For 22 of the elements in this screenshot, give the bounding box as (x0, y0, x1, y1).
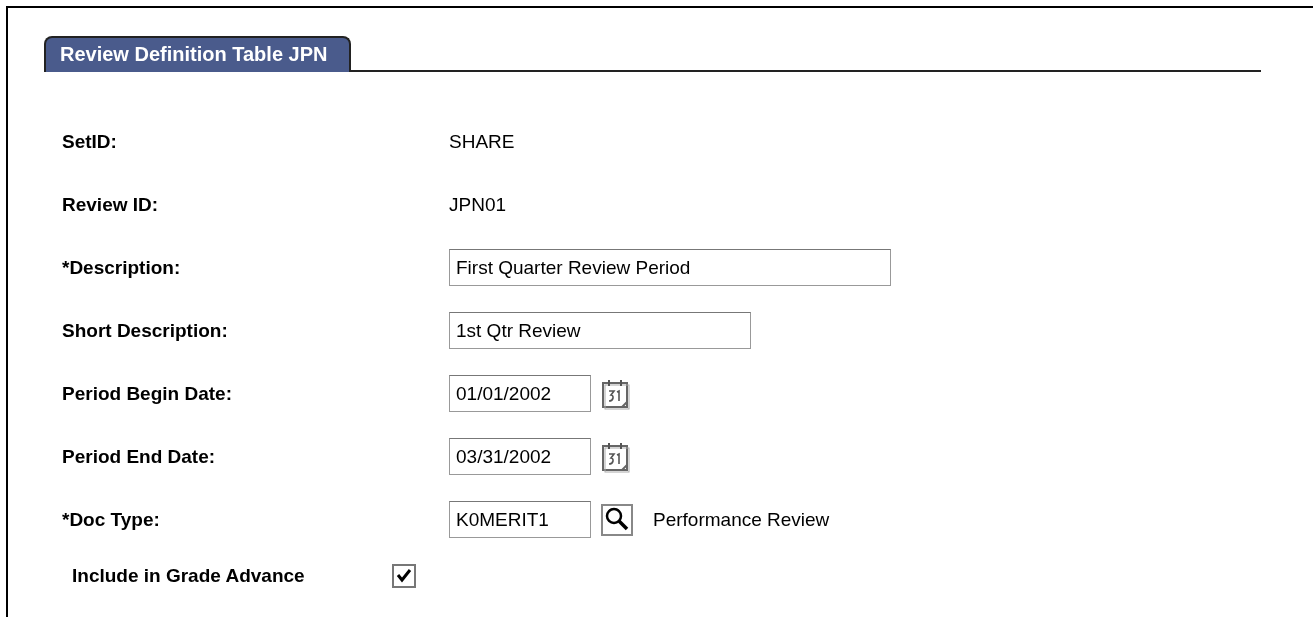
field-label: Period End Date: (61, 445, 217, 468)
lookup-field[interactable]: K0MERIT1 (449, 501, 591, 538)
field-label: Period Begin Date: (61, 382, 233, 405)
date-field[interactable]: 03/31/2002 (449, 438, 591, 475)
date-field[interactable]: 01/01/2002 (449, 375, 591, 412)
field-label: Review ID: (61, 193, 160, 216)
input-field[interactable]: 1st Qtr Review (449, 312, 751, 349)
field-value: SHARE (449, 130, 515, 153)
search-icon[interactable] (601, 503, 633, 536)
field-label: SetID: (61, 130, 118, 153)
description-text: Performance Review (653, 508, 830, 531)
checkbox-label: Include in Grade Advance (71, 565, 306, 587)
field-value: JPN01 (449, 193, 507, 216)
checkmark-icon (395, 567, 413, 585)
calendar-icon[interactable] (601, 377, 631, 410)
page-tab[interactable]: Review Definition Table JPN (44, 36, 352, 72)
checkbox[interactable] (392, 564, 416, 588)
field-label: *Description: (61, 256, 182, 279)
calendar-icon[interactable] (601, 440, 631, 473)
field-label: Short Description: (61, 319, 229, 342)
input-field[interactable]: First Quarter Review Period (449, 249, 891, 286)
field-label: *Doc Type: (61, 508, 161, 531)
